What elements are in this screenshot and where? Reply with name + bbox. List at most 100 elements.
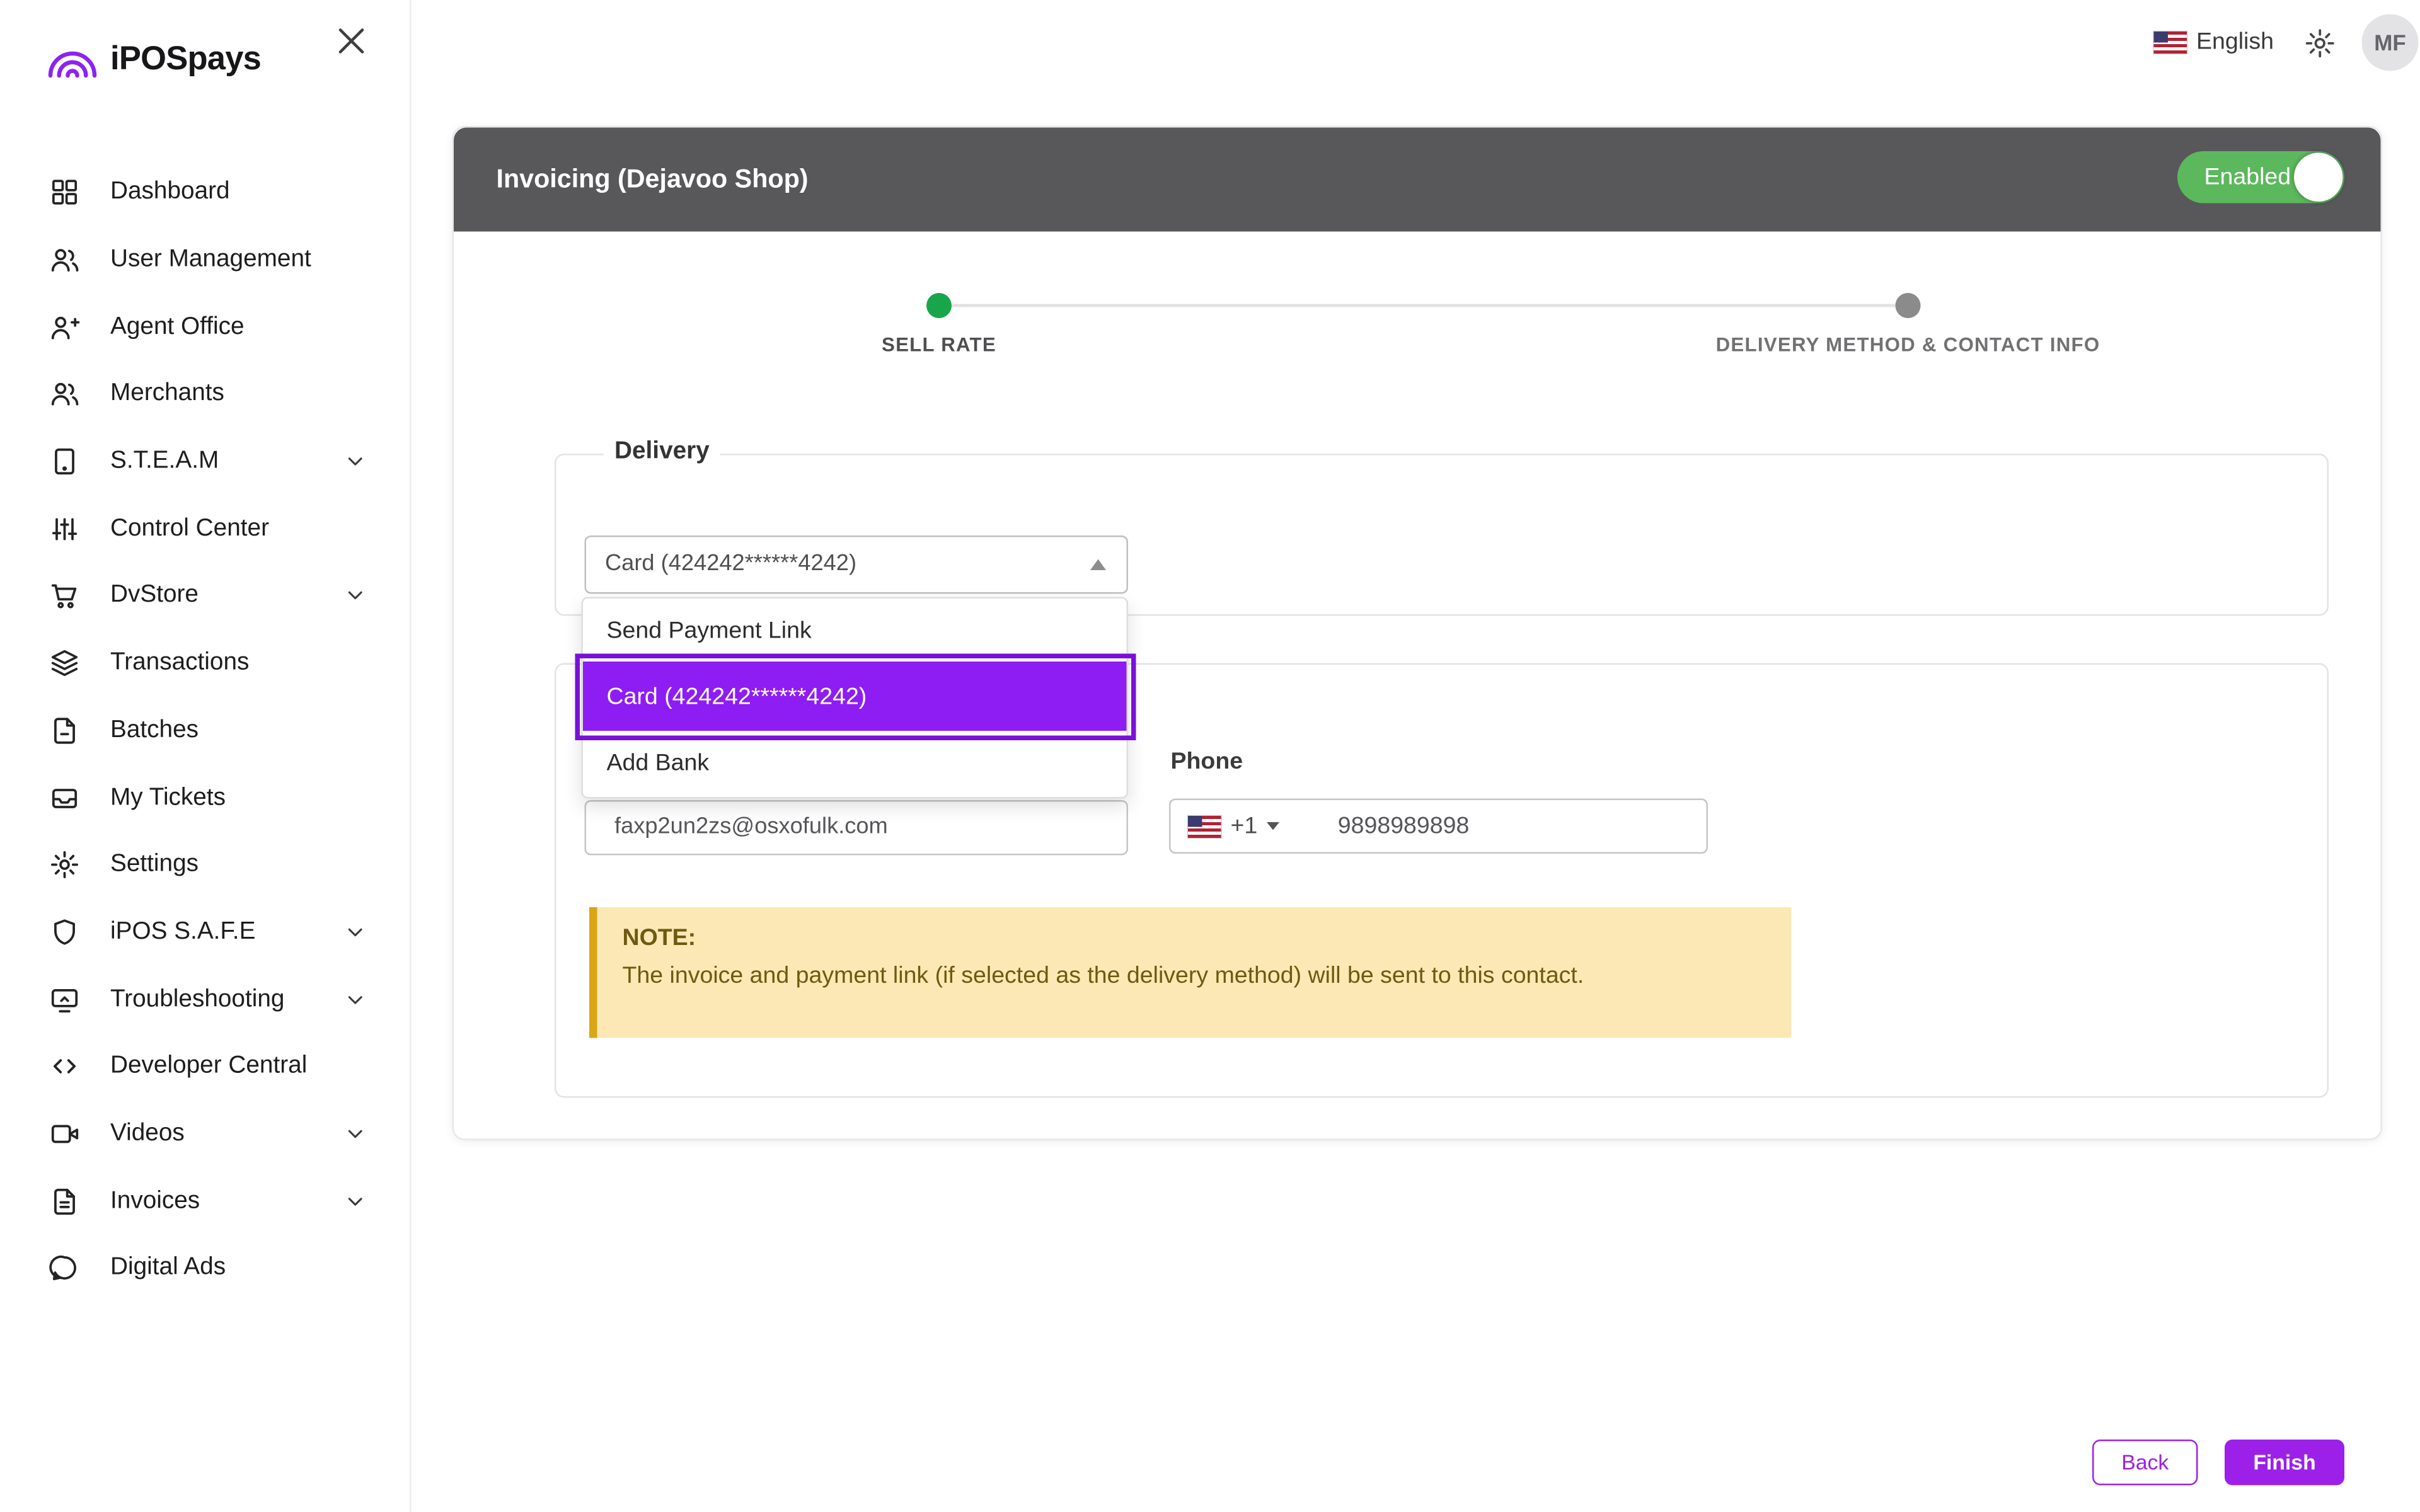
sidebar-item-dvstore[interactable]: DvStore [0,563,410,630]
step-dot-delivery [1896,293,1921,318]
app-root: iPOSpays Dashboard User Management Agent O… [0,0,2420,1512]
toggle-label: Enabled [2204,151,2291,203]
phone-value: 9898989898 [1338,813,1470,840]
grid-icon [49,177,81,209]
chevron-down-icon [1267,822,1279,830]
enabled-toggle[interactable]: Enabled [2177,151,2344,203]
dropdown-option-card-selected[interactable]: Card (424242******4242) [583,662,1127,730]
video-icon [49,1118,81,1150]
sidebar-item-label: DvStore [110,582,199,610]
sidebar-nav: Dashboard User Management Agent Office Merc… [0,159,410,1302]
sidebar-item-label: User Management [110,246,311,274]
sidebar-item-batches[interactable]: Batches [0,697,410,764]
sidebar-item-label: Merchants [110,381,224,409]
sliders-icon [49,513,81,544]
sidebar-item-label: Videos [110,1120,185,1148]
note-body: The invoice and payment link (if selecte… [623,963,1766,990]
sidebar-item-s-t-e-a-m[interactable]: S.T.E.A.M [0,428,410,495]
sidebar-item-settings[interactable]: Settings [0,832,410,899]
file-minus-icon [49,715,81,747]
step-dot-sell-rate [926,293,952,318]
sidebar-item-dashboard[interactable]: Dashboard [0,159,410,227]
users-icon [49,244,81,276]
inbox-icon [49,782,81,813]
sidebar-item-ipos-s-a-f-e[interactable]: iPOS S.A.F.E [0,898,410,966]
sidebar-item-my-tickets[interactable]: My Tickets [0,764,410,832]
phone-label: Phone [1171,748,1243,776]
file-text-icon [49,1186,81,1217]
sidebar-item-label: S.T.E.A.M [110,447,219,476]
close-icon[interactable] [333,22,371,60]
sidebar-item-label: iPOS S.A.F.E [110,918,255,946]
sidebar-item-user-management[interactable]: User Management [0,226,410,294]
shield-icon [49,917,81,948]
email-input[interactable]: faxp2un2zs@osxofulk.com [585,800,1129,856]
sidebar-item-label: Transactions [110,649,249,677]
chevron-down-icon [343,584,367,608]
language-selector[interactable]: English [2196,28,2274,55]
avatar[interactable]: MF [2362,14,2419,71]
users-icon [49,379,81,410]
sidebar-item-label: Dashboard [110,178,230,207]
phone-country-code: +1 [1231,813,1258,840]
sidebar-item-troubleshooting[interactable]: Troubleshooting [0,966,410,1033]
chevron-down-icon [343,1122,367,1146]
toggle-knob[interactable] [2294,153,2343,202]
step-label-sell-rate: SELL RATE [781,334,1097,356]
cart-icon [49,580,81,612]
sidebar-item-label: Settings [110,851,199,879]
finish-button[interactable]: Finish [2225,1440,2344,1486]
screen-share-icon [49,983,81,1015]
user-plus-icon [49,311,81,343]
phone-country-selector[interactable]: +1 [1188,813,1279,840]
sidebar-item-digital-ads[interactable]: Digital Ads [0,1235,410,1302]
dropdown-option-add-bank[interactable]: Add Bank [583,730,1127,797]
delivery-legend: Delivery [604,438,721,466]
us-flag-icon [1188,815,1221,837]
stepper-connector [939,304,1908,307]
phone-input[interactable]: +1 9898989898 [1169,799,1708,854]
back-button[interactable]: Back [2092,1440,2198,1486]
delivery-dropdown-menu: Send Payment Link Card (424242******4242… [582,597,1129,799]
message-circle-icon [49,1252,81,1284]
chevron-up-icon [1090,559,1106,571]
brand-logo: iPOSpays [46,38,262,82]
chevron-down-icon [343,450,367,474]
sidebar-item-label: Control Center [110,515,269,543]
delivery-method-select[interactable]: Card (424242******4242) [585,536,1129,594]
sidebar-item-label: Batches [110,716,199,745]
sidebar-item-invoices[interactable]: Invoices [0,1167,410,1235]
layers-icon [49,648,81,679]
sidebar-item-label: Developer Central [110,1053,307,1081]
sidebar-item-label: Digital Ads [110,1254,226,1283]
panel-header: Invoicing (Dejavoo Shop) Enabled [454,128,2381,232]
ipospays-logo-icon [46,38,100,82]
invoicing-panel: Invoicing (Dejavoo Shop) Enabled SELL RA… [452,126,2383,1140]
email-value: faxp2un2zs@osxofulk.com [614,802,888,854]
sidebar-item-label: Troubleshooting [110,985,284,1014]
page-title: Invoicing (Dejavoo Shop) [497,164,809,195]
code-icon [49,1051,81,1082]
sidebar-item-control-center[interactable]: Control Center [0,495,410,563]
sidebar-item-videos[interactable]: Videos [0,1101,410,1168]
gear-icon[interactable] [2303,27,2337,60]
sidebar-item-merchants[interactable]: Merchants [0,361,410,428]
sidebar-item-developer-central[interactable]: Developer Central [0,1033,410,1101]
dropdown-option-send-payment-link[interactable]: Send Payment Link [583,598,1127,662]
sidebar-item-agent-office[interactable]: Agent Office [0,294,410,361]
note-box: NOTE: The invoice and payment link (if s… [589,907,1792,1038]
chevron-down-icon [343,920,367,944]
chevron-down-icon [343,988,367,1012]
gear-icon [49,849,81,881]
step-label-delivery: DELIVERY METHOD & CONTACT INFO [1593,334,2223,356]
sidebar-item-label: Invoices [110,1187,200,1215]
us-flag-icon [2154,32,2187,54]
delivery-select-value: Card (424242******4242) [605,537,856,593]
note-title: NOTE: [623,925,1766,952]
brand-name: iPOSpays [110,41,261,79]
chevron-down-icon [343,1189,367,1213]
sidebar-item-transactions[interactable]: Transactions [0,630,410,697]
sidebar-item-label: My Tickets [110,784,226,812]
tablet-icon [49,446,81,478]
sidebar: iPOSpays Dashboard User Management Agent O… [0,0,412,1512]
